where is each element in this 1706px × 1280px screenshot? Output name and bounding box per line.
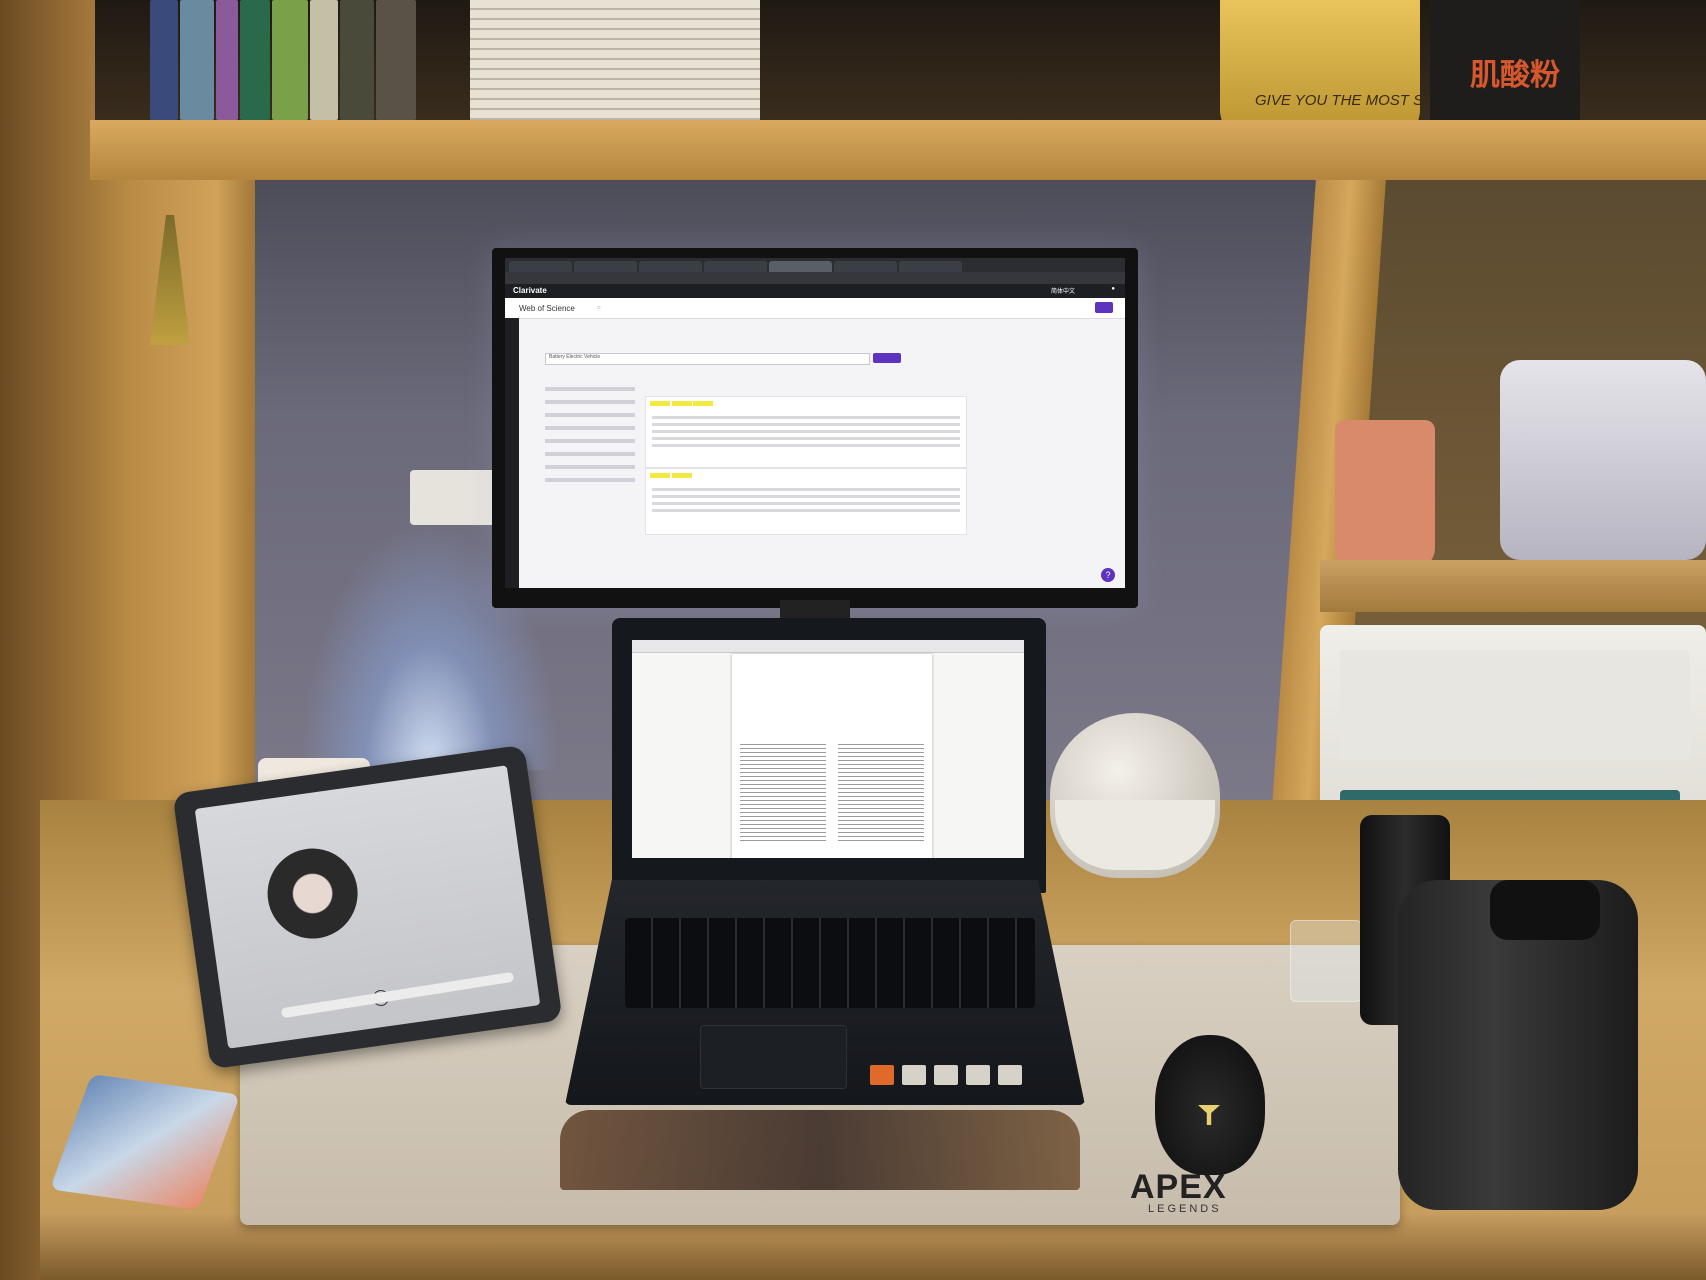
desk-setup-photo: GIVE YOU THE MOST SPECIAL 肌酸粉 APEX LEGEN… — [0, 0, 1706, 1280]
sticker — [998, 1065, 1022, 1085]
filter-row[interactable] — [545, 452, 635, 456]
laptop-stickers — [870, 1065, 1055, 1087]
shelf-board — [90, 120, 1706, 180]
search-button[interactable] — [873, 353, 901, 363]
filter-sidebar — [545, 378, 635, 578]
query-input[interactable]: Battery Electric Vehicle — [545, 353, 870, 365]
register-button[interactable] — [1095, 302, 1113, 313]
tablet-screen: ❚❚ — [194, 765, 541, 1049]
search-nav[interactable]: ○ — [597, 305, 601, 311]
drawer-top — [1340, 650, 1690, 760]
user-icon[interactable]: ● — [1111, 286, 1115, 292]
keyboard[interactable] — [625, 918, 1035, 1008]
result-item[interactable] — [645, 468, 967, 535]
tissue-box — [1500, 360, 1706, 560]
sticker — [870, 1065, 894, 1085]
browser-tab[interactable] — [574, 261, 637, 272]
site-logo[interactable]: Web of Science — [519, 304, 575, 313]
pdf-page — [732, 654, 932, 858]
filter-row[interactable] — [545, 387, 635, 391]
text-column — [838, 744, 924, 844]
browser-tab-active[interactable] — [769, 261, 832, 272]
mousepad-sublogo: LEGENDS — [1148, 1203, 1222, 1215]
language-selector[interactable]: 简体中文 — [1051, 286, 1075, 295]
filter-row[interactable] — [545, 439, 635, 443]
bottle-cap — [1490, 880, 1600, 940]
filter-row[interactable] — [545, 413, 635, 417]
book — [216, 0, 238, 120]
brand-bar: Clarivate 简体中文 ● — [505, 284, 1125, 298]
glass-cup — [1290, 920, 1362, 1002]
result-title[interactable] — [646, 469, 966, 484]
sticker — [966, 1065, 990, 1085]
browser-tab[interactable] — [834, 261, 897, 272]
laptop-screen — [632, 640, 1024, 858]
help-icon[interactable]: ? — [1101, 568, 1115, 582]
monitor-screen: Clarivate 简体中文 ● Web of Science ○ Batter… — [505, 258, 1125, 588]
tablet: ❚❚ — [172, 744, 563, 1070]
supplement-label: 肌酸粉 — [1470, 59, 1560, 92]
browser-tab[interactable] — [899, 261, 962, 272]
browser-tab[interactable] — [639, 261, 702, 272]
filter-row[interactable] — [545, 426, 635, 430]
browser-tab[interactable] — [509, 261, 572, 272]
filter-row[interactable] — [545, 400, 635, 404]
book — [340, 0, 374, 120]
small-shelf — [1320, 560, 1706, 612]
browser-tab[interactable] — [704, 261, 767, 272]
filter-row[interactable] — [545, 478, 635, 482]
monitor-stand — [780, 600, 850, 620]
album-disc — [261, 842, 364, 945]
book — [272, 0, 308, 120]
sticker — [902, 1065, 926, 1085]
brand-logo: Clarivate — [513, 286, 547, 295]
text-column — [740, 744, 826, 844]
touchpad[interactable] — [700, 1025, 847, 1089]
book — [310, 0, 338, 120]
paper-stack — [470, 0, 760, 120]
book — [240, 0, 270, 120]
book — [150, 0, 178, 120]
site-header: Web of Science ○ — [505, 298, 1125, 319]
result-item[interactable] — [645, 396, 967, 468]
toothbrush-cup — [1335, 420, 1435, 570]
side-nav — [505, 318, 519, 588]
mousepad-artwork — [560, 1110, 1080, 1190]
address-bar[interactable] — [505, 272, 1125, 284]
sticker — [934, 1065, 958, 1085]
cookie-tin — [1220, 0, 1420, 140]
wall-socket — [410, 470, 500, 525]
book — [180, 0, 214, 120]
result-title[interactable] — [646, 397, 966, 412]
book — [376, 0, 416, 120]
pdf-toolbar[interactable] — [632, 640, 1024, 653]
browser-tab-bar — [505, 258, 1125, 272]
filter-row[interactable] — [545, 465, 635, 469]
